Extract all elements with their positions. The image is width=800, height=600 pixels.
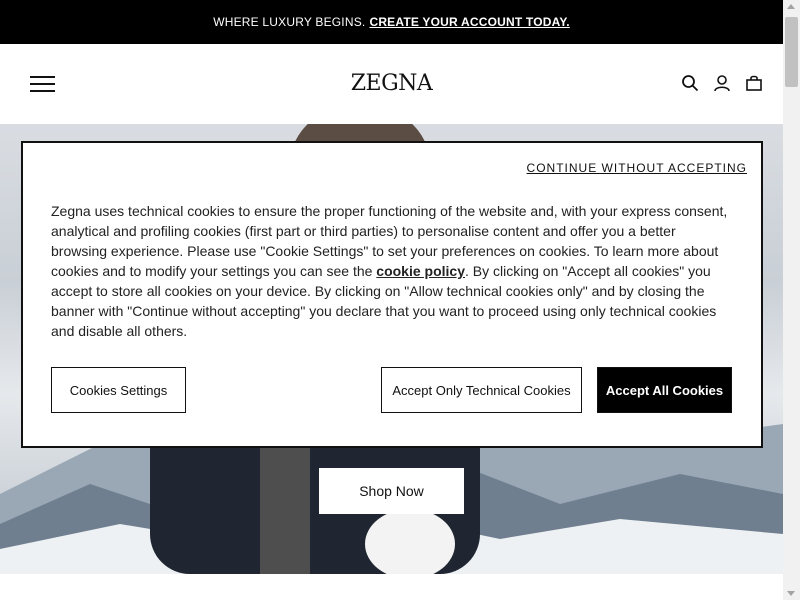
site-header: ZEGNA: [0, 44, 783, 124]
accept-technical-cookies-button[interactable]: Accept Only Technical Cookies: [381, 367, 582, 413]
cookie-banner-text: Zegna uses technical cookies to ensure t…: [51, 201, 731, 341]
page-content-start: [0, 574, 783, 600]
continue-without-accepting-link[interactable]: CONTINUE WITHOUT ACCEPTING: [527, 161, 747, 175]
scroll-up-icon[interactable]: [787, 4, 795, 9]
accept-all-cookies-button[interactable]: Accept All Cookies: [597, 367, 732, 413]
brand-logo[interactable]: ZEGNA: [0, 71, 783, 96]
search-icon[interactable]: [681, 74, 699, 92]
scrollbar-thumb[interactable]: [785, 17, 798, 87]
user-icon[interactable]: [713, 74, 731, 92]
shop-now-button[interactable]: Shop Now: [319, 468, 464, 514]
scroll-down-icon[interactable]: [787, 591, 795, 596]
promo-bar: WHERE LUXURY BEGINS. CREATE YOUR ACCOUNT…: [0, 0, 783, 44]
cookies-settings-button[interactable]: Cookies Settings: [51, 367, 186, 413]
promo-text: WHERE LUXURY BEGINS.: [213, 15, 366, 29]
page-scrollbar[interactable]: [783, 0, 800, 600]
bag-icon[interactable]: [745, 74, 763, 92]
create-account-link[interactable]: CREATE YOUR ACCOUNT TODAY.: [369, 15, 569, 29]
cookie-policy-link[interactable]: cookie policy: [376, 263, 465, 279]
header-actions: [681, 74, 763, 92]
cookie-banner: CONTINUE WITHOUT ACCEPTING Zegna uses te…: [21, 141, 763, 448]
